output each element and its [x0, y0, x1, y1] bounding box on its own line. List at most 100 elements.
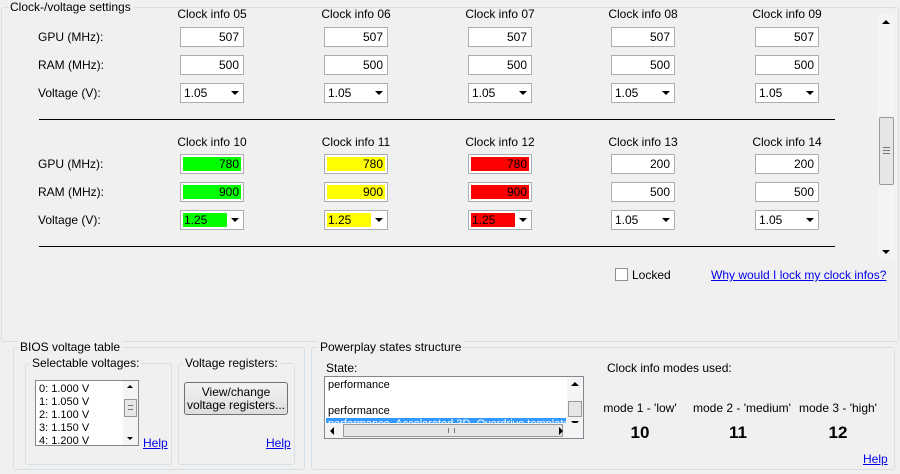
ram-row-label: RAM (MHz): — [38, 185, 104, 199]
bottom-clock-header: Clock info 10 — [177, 135, 247, 149]
powerplay-group-title: Powerplay states structure — [318, 340, 464, 354]
ram-mhz-input[interactable]: 500 — [755, 55, 819, 75]
scroll-thumb[interactable] — [879, 117, 894, 185]
voltage-list-scrollbar[interactable] — [123, 381, 138, 445]
list-scroll-thumb[interactable] — [124, 399, 137, 417]
voltage-registers-title: Voltage registers: — [183, 356, 280, 370]
ram-mhz-input[interactable]: 500 — [755, 182, 819, 202]
gpu-mhz-input[interactable]: 507 — [180, 27, 244, 47]
bottom-clock-header: Clock info 12 — [465, 135, 535, 149]
powerplay-help-link[interactable]: Help — [863, 452, 888, 466]
mode-label: mode 3 - 'high' — [799, 401, 877, 415]
voltage-value: 1.05 — [184, 86, 208, 100]
bios-help-link[interactable]: Help — [143, 436, 168, 450]
voltage-dropdown[interactable]: 1.05 — [611, 83, 675, 103]
gpu-mhz-input[interactable]: 780 — [324, 154, 388, 174]
mode-label: mode 2 - 'medium' — [693, 401, 791, 415]
voltage-value: 1.05 — [759, 213, 783, 227]
voltage-dropdown[interactable]: 1.05 — [755, 83, 819, 103]
ram-row-label: RAM (MHz): — [38, 58, 104, 72]
gpu-mhz-input[interactable]: 780 — [468, 154, 532, 174]
voltage-value: 1.05 — [615, 86, 639, 100]
voltage-dropdown[interactable]: 1.25 — [324, 210, 388, 230]
locked-label: Locked — [632, 268, 671, 282]
voltage-dropdown[interactable]: 1.05 — [324, 83, 388, 103]
scroll-down-arrow-icon[interactable] — [882, 250, 890, 254]
voltage-dropdown[interactable]: 1.05 — [755, 210, 819, 230]
state-list-scrollbar[interactable] — [567, 377, 583, 425]
state-up-arrow-icon[interactable] — [571, 382, 579, 386]
voltage-list-item[interactable]: 1: 1.050 V — [39, 396, 89, 409]
voltage-dropdown[interactable]: 1.05 — [468, 83, 532, 103]
state-hscroll-thumb[interactable] — [343, 424, 563, 437]
voltage-list-item[interactable]: 3: 1.150 V — [39, 422, 89, 435]
dropdown-arrow-icon — [231, 218, 239, 222]
voltage-listbox[interactable]: 0: 1.000 V 1: 1.050 V 2: 1.100 V 3: 1.150 V… — [35, 380, 139, 448]
voltage-row-label: Voltage (V): — [38, 86, 101, 100]
voltage-value: 1.05 — [615, 213, 639, 227]
bottom-clock-header: Clock info 13 — [608, 135, 678, 149]
gpu-row-label: GPU (MHz): — [38, 30, 104, 44]
grip-icon — [128, 405, 133, 410]
view-change-registers-button[interactable]: View/change voltage registers... — [184, 382, 288, 415]
top-clock-header: Clock info 07 — [465, 7, 535, 21]
gpu-row-label: GPU (MHz): — [38, 157, 104, 171]
ram-mhz-input[interactable]: 500 — [324, 55, 388, 75]
ram-mhz-input[interactable]: 500 — [611, 55, 675, 75]
grip-icon — [448, 428, 455, 433]
voltage-value: 1.05 — [328, 86, 352, 100]
voltage-list-item[interactable]: 2: 1.100 V — [39, 409, 89, 422]
button-line-2: voltage registers... — [186, 398, 286, 412]
voltage-dropdown[interactable]: 1.05 — [180, 83, 244, 103]
state-hscrollbar[interactable] — [325, 423, 583, 438]
top-clock-header: Clock info 08 — [608, 7, 678, 21]
voltage-value: 1.25 — [327, 213, 371, 227]
list-down-arrow-icon[interactable] — [127, 437, 133, 440]
mode-value: 11 — [729, 423, 747, 442]
voltage-value: 1.05 — [472, 86, 496, 100]
modes-title: Clock info modes used: — [607, 361, 732, 375]
locked-checkbox[interactable] — [615, 268, 628, 281]
gpu-mhz-input[interactable]: 507 — [611, 27, 675, 47]
ram-mhz-input[interactable]: 900 — [468, 182, 532, 202]
gpu-mhz-input[interactable]: 507 — [468, 27, 532, 47]
grip-line — [883, 150, 890, 151]
dropdown-arrow-icon — [519, 91, 527, 95]
state-left-arrow-icon[interactable] — [330, 427, 334, 435]
ram-mhz-input[interactable]: 500 — [180, 55, 244, 75]
registers-help-link[interactable]: Help — [266, 436, 291, 450]
voltage-list-item[interactable]: 0: 1.000 V — [39, 383, 89, 396]
ram-mhz-input[interactable]: 500 — [468, 55, 532, 75]
clock-scrollbar[interactable] — [878, 14, 895, 260]
dropdown-arrow-icon — [375, 218, 383, 222]
state-right-arrow-icon[interactable] — [559, 427, 563, 435]
gpu-mhz-input[interactable]: 200 — [611, 154, 675, 174]
scroll-up-arrow-icon[interactable] — [882, 20, 890, 24]
state-scroll-thumb[interactable] — [568, 401, 582, 417]
clock-grid: Clock info 05 Clock info 06 Clock info 07 C… — [8, 0, 878, 262]
top-clock-header: Clock info 09 — [752, 7, 822, 21]
voltage-dropdown[interactable]: 1.25 — [468, 210, 532, 230]
list-up-arrow-icon[interactable] — [127, 385, 133, 388]
voltage-list-item[interactable]: 4: 1.200 V — [39, 435, 89, 448]
ram-mhz-input[interactable]: 500 — [611, 182, 675, 202]
lock-info-link[interactable]: Why would I lock my clock infos? — [711, 268, 886, 282]
voltage-dropdown[interactable]: 1.05 — [611, 210, 675, 230]
ram-mhz-input[interactable]: 900 — [324, 182, 388, 202]
clock-scroll-area: Clock info 05 Clock info 06 Clock info 07 C… — [8, 0, 898, 262]
state-listbox[interactable]: performanceperformanceperformance, Accel… — [324, 376, 584, 439]
gpu-mhz-input[interactable]: 507 — [324, 27, 388, 47]
state-list-item[interactable]: performance — [328, 405, 390, 418]
dropdown-arrow-icon — [231, 91, 239, 95]
state-list-item[interactable]: performance — [328, 379, 390, 392]
gpu-mhz-input[interactable]: 780 — [180, 154, 244, 174]
bottom-clock-header: Clock info 14 — [752, 135, 822, 149]
gpu-mhz-input[interactable]: 200 — [755, 154, 819, 174]
dropdown-arrow-icon — [806, 91, 814, 95]
gpu-mhz-input[interactable]: 507 — [755, 27, 819, 47]
dropdown-arrow-icon — [375, 91, 383, 95]
state-label: State: — [326, 361, 358, 375]
voltage-dropdown[interactable]: 1.25 — [180, 210, 244, 230]
voltage-value: 1.05 — [759, 86, 783, 100]
ram-mhz-input[interactable]: 900 — [180, 182, 244, 202]
